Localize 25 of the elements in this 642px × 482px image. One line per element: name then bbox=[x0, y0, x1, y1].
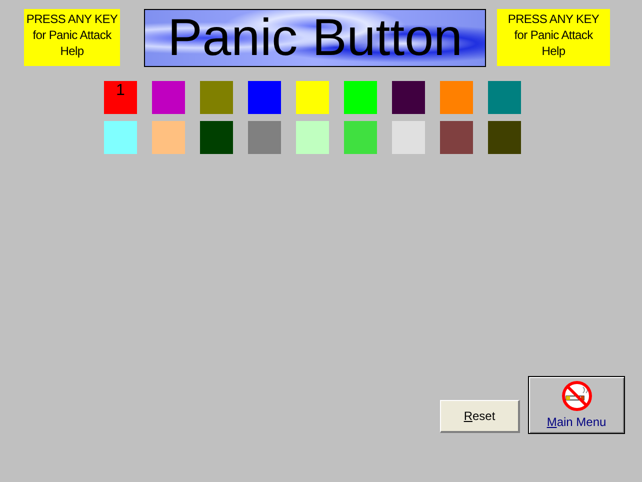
color-swatch[interactable] bbox=[488, 121, 521, 154]
color-swatch[interactable] bbox=[296, 81, 329, 114]
main-menu-button[interactable]: Main Menu bbox=[528, 376, 625, 434]
color-swatch[interactable] bbox=[104, 121, 137, 154]
color-swatch[interactable] bbox=[440, 81, 473, 114]
reset-button[interactable]: Reset bbox=[440, 400, 520, 433]
notice-box: PRESS ANY KEY for Panic Attack Help bbox=[497, 9, 610, 66]
color-swatch[interactable] bbox=[392, 81, 425, 114]
color-swatch[interactable]: 1 bbox=[104, 81, 137, 114]
color-swatch[interactable] bbox=[392, 121, 425, 154]
color-swatch[interactable] bbox=[344, 121, 377, 154]
swatch-number: 1 bbox=[116, 81, 125, 101]
color-swatch[interactable] bbox=[296, 121, 329, 154]
color-swatch[interactable] bbox=[248, 121, 281, 154]
color-swatch[interactable] bbox=[200, 121, 233, 154]
color-swatch[interactable] bbox=[488, 81, 521, 114]
banner-title: Panic Button bbox=[168, 12, 462, 64]
color-swatch[interactable] bbox=[152, 81, 185, 114]
color-swatch[interactable] bbox=[200, 81, 233, 114]
color-swatch[interactable] bbox=[440, 121, 473, 154]
notice-box: PRESS ANY KEY for Panic Attack Help bbox=[24, 9, 120, 66]
color-swatch[interactable] bbox=[344, 81, 377, 114]
no-smoking-icon bbox=[560, 380, 592, 412]
color-swatch[interactable] bbox=[248, 81, 281, 114]
color-swatch[interactable] bbox=[152, 121, 185, 154]
